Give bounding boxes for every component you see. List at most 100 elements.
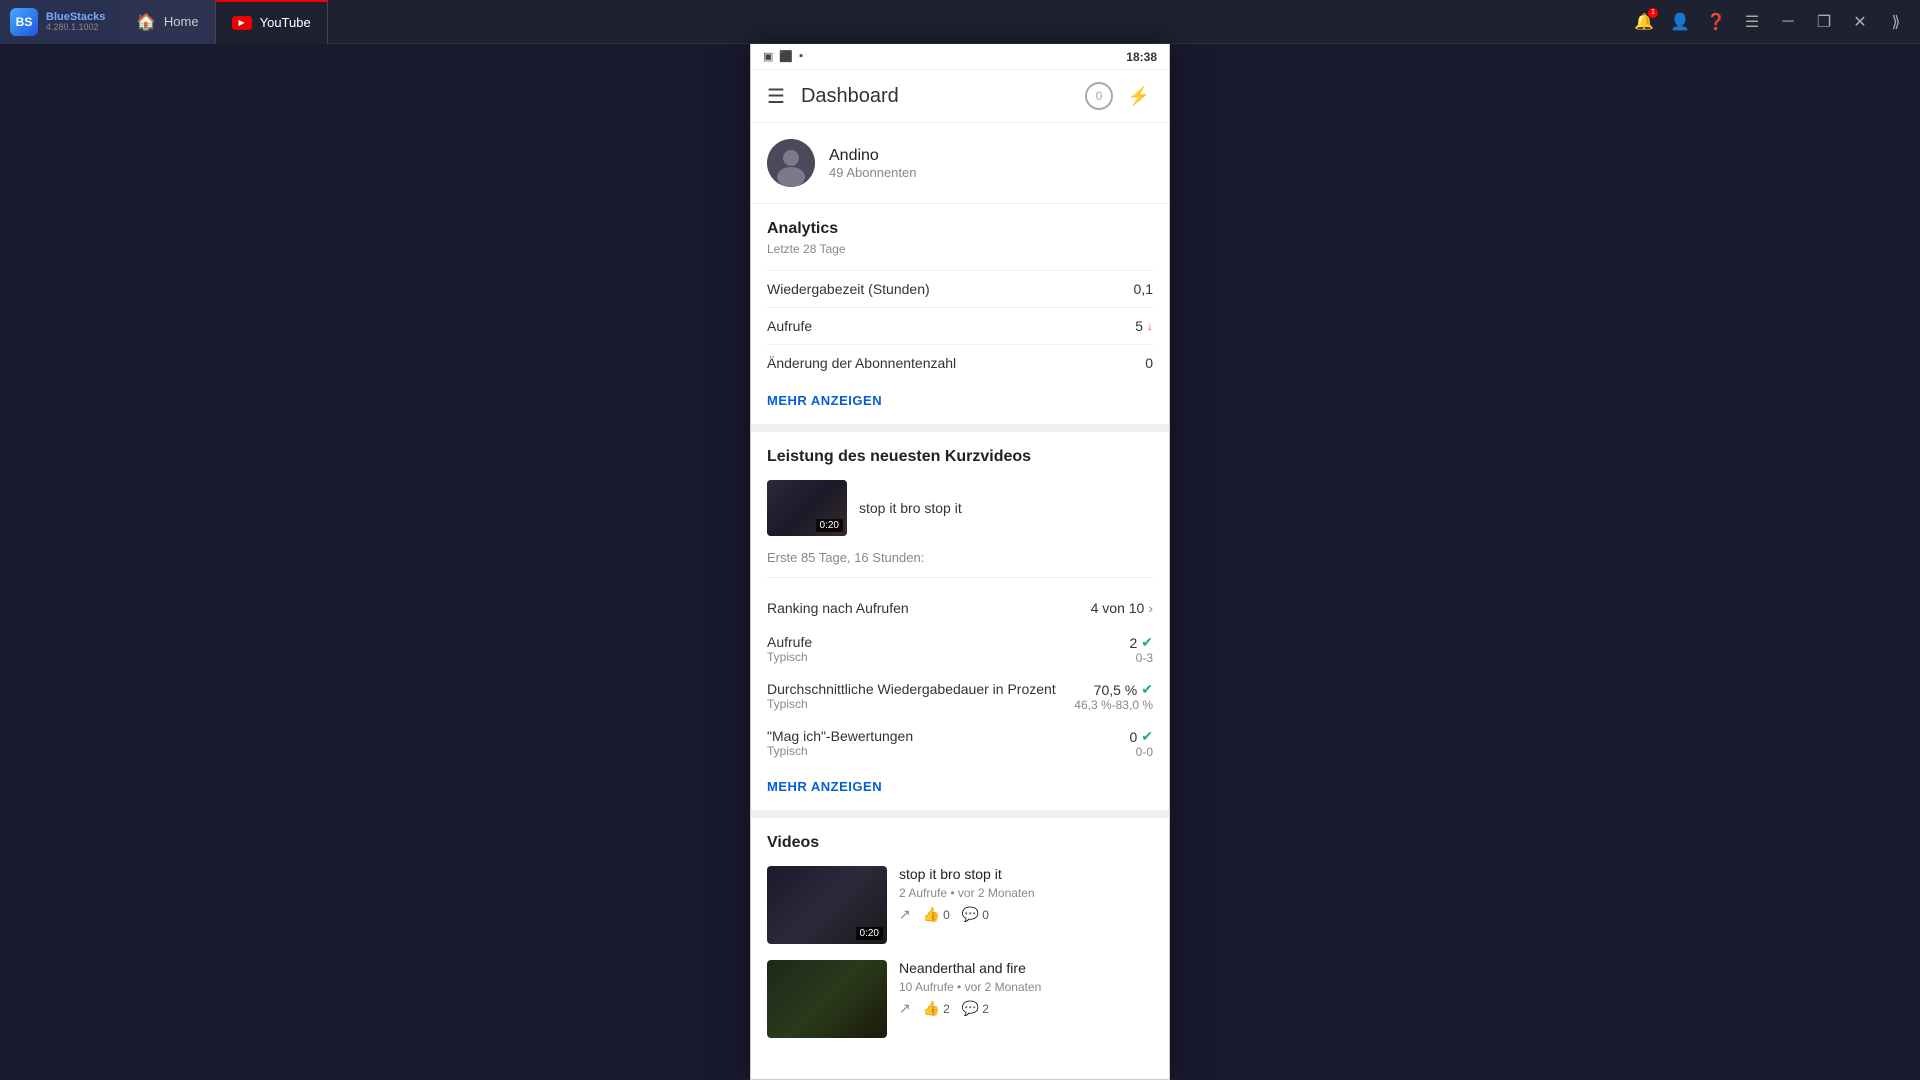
brand-version: 4.280.1.1002 (46, 23, 105, 33)
analytics-value-1: 0,1 (1134, 281, 1153, 297)
analytics-title: Analytics (767, 220, 1153, 238)
video-action-comment-2[interactable]: 💬 2 (962, 1000, 989, 1017)
comment-count-2: 2 (982, 1002, 989, 1016)
profile-section: Andino 49 Abonnenten (751, 123, 1169, 204)
video-actions-2: ↗ 👍 2 💬 2 (899, 1000, 1153, 1017)
analytics-label-2: Aufrufe (767, 318, 812, 334)
video-meta-2: 10 Aufrufe • vor 2 Monaten (899, 980, 1153, 994)
kv-stat-value-2: 70,5 % ✔ 46,3 %-83,0 % (1074, 681, 1153, 712)
brand-name: BlueStacks (46, 11, 105, 23)
bluestacks-icon: BS (10, 8, 38, 36)
notification-badge: 1 (1648, 8, 1658, 18)
kurzvideos-preview: 0:20 stop it bro stop it (767, 480, 1153, 536)
subscriber-count: 49 Abonnenten (829, 165, 916, 180)
title-bar: BS BlueStacks 4.280.1.1002 🏠 Home ▶ YouT… (0, 0, 1920, 44)
analytics-label-3: Änderung der Abonnentenzahl (767, 355, 956, 371)
status-icon-2: ⬛ (779, 50, 793, 63)
ranking-value: 4 von 10 › (1091, 600, 1153, 616)
ranking-row[interactable]: Ranking nach Aufrufen 4 von 10 › (767, 590, 1153, 626)
tab-home[interactable]: 🏠 Home (120, 0, 216, 44)
kv-stat-row-2: Durchschnittliche Wiedergabedauer in Pro… (767, 673, 1153, 720)
like-icon-2: 👍 (923, 1000, 940, 1017)
resize-button[interactable]: ❐ (1808, 6, 1840, 38)
status-icons-left: ▣ ⬛ ▪ (763, 50, 803, 63)
kurzvideos-section: Leistung des neuesten Kurzvideos 0:20 st… (751, 432, 1169, 818)
green-check-icon-3: ✔ (1141, 728, 1153, 745)
video-info-2: Neanderthal and fire 10 Aufrufe • vor 2 … (899, 960, 1153, 1017)
green-check-icon-2: ✔ (1141, 681, 1153, 698)
kurzvideos-period: Erste 85 Tage, 16 Stunden: (767, 550, 1153, 565)
kv-stat-label-2: Durchschnittliche Wiedergabedauer in Pro… (767, 681, 1056, 697)
kurzvideos-mehr-button[interactable]: MEHR ANZEIGEN (767, 779, 1153, 794)
expand-button[interactable]: ⟫ (1880, 6, 1912, 38)
analytics-mehr-button[interactable]: MEHR ANZEIGEN (767, 393, 1153, 408)
kv-stat-range-2: 46,3 %-83,0 % (1074, 698, 1153, 712)
down-arrow-icon: ↓ (1147, 319, 1153, 333)
comment-icon-1: 💬 (962, 906, 979, 923)
ranking-chevron-icon: › (1148, 600, 1153, 616)
analytics-row-2: Aufrufe 5 ↓ (767, 307, 1153, 344)
video-action-comment-1[interactable]: 💬 0 (962, 906, 989, 923)
status-time: 18:38 (1126, 50, 1157, 64)
video-action-share-2[interactable]: ↗ (899, 1000, 911, 1017)
hamburger-button[interactable]: ☰ (767, 84, 785, 109)
youtube-icon: ▶ (232, 16, 252, 30)
video-meta-1: 2 Aufrufe • vor 2 Monaten (899, 886, 1153, 900)
kv-stat-range-3: 0-0 (1129, 745, 1153, 759)
video-action-like-1[interactable]: 👍 0 (923, 906, 950, 923)
main-area: ▣ ⬛ ▪ 18:38 ☰ Dashboard 0 ⚡ (0, 44, 1920, 1080)
kurzvideos-thumb[interactable]: 0:20 (767, 480, 847, 536)
tab-youtube[interactable]: ▶ YouTube (216, 0, 328, 44)
kurzvideos-duration: 0:20 (816, 519, 843, 532)
share-icon-1: ↗ (899, 906, 911, 923)
analytics-row-3: Änderung der Abonnentenzahl 0 (767, 344, 1153, 381)
bluestacks-logo: BS BlueStacks 4.280.1.1002 (0, 0, 120, 44)
analytics-subtitle: Letzte 28 Tage (767, 242, 1153, 256)
video-action-share-1[interactable]: ↗ (899, 906, 911, 923)
kv-stat-value-3: 0 ✔ 0-0 (1129, 728, 1153, 759)
status-icon-3: ▪ (799, 50, 803, 63)
tab-youtube-label: YouTube (260, 15, 311, 30)
video-title-1: stop it bro stop it (899, 866, 1153, 882)
kurzvideos-video-title: stop it bro stop it (859, 500, 962, 516)
video-list-item-1[interactable]: 0:20 stop it bro stop it 2 Aufrufe • vor… (767, 866, 1153, 944)
account-button[interactable]: 👤 (1664, 6, 1696, 38)
titlebar-controls: 🔔 1 👤 ❓ ☰ ─ ❐ ✕ ⟫ (1628, 6, 1920, 38)
ranking-label: Ranking nach Aufrufen (767, 600, 909, 616)
comment-count-1: 0 (982, 908, 989, 922)
kv-stat-label-1: Aufrufe (767, 634, 812, 650)
close-button[interactable]: ✕ (1844, 6, 1876, 38)
kv-stat-label-3: "Mag ich"-Bewertungen (767, 728, 913, 744)
nav-circle-badge[interactable]: 0 (1085, 82, 1113, 110)
share-icon-2: ↗ (899, 1000, 911, 1017)
notification-button[interactable]: 🔔 1 (1628, 6, 1660, 38)
kv-stat-value-1: 2 ✔ 0-3 (1129, 634, 1153, 665)
videos-section-title: Videos (767, 834, 1153, 852)
kv-stat-sublabel-2: Typisch (767, 697, 1056, 711)
help-button[interactable]: ❓ (1700, 6, 1732, 38)
analytics-section: Analytics Letzte 28 Tage Wiedergabezeit … (751, 204, 1169, 432)
like-count-1: 0 (943, 908, 950, 922)
video-thumb-2 (767, 960, 887, 1038)
like-count-2: 2 (943, 1002, 950, 1016)
analytics-value-3: 0 (1145, 355, 1153, 371)
video-list-item-2[interactable]: Neanderthal and fire 10 Aufrufe • vor 2 … (767, 960, 1153, 1038)
profile-info: Andino 49 Abonnenten (829, 147, 916, 180)
phone-frame: ▣ ⬛ ▪ 18:38 ☰ Dashboard 0 ⚡ (750, 44, 1170, 1080)
video-actions-1: ↗ 👍 0 💬 0 (899, 906, 1153, 923)
analytics-value-2: 5 ↓ (1135, 318, 1153, 334)
channel-name: Andino (829, 147, 916, 165)
nav-lightning-icon[interactable]: ⚡ (1125, 82, 1153, 110)
kurzvideos-divider (767, 577, 1153, 578)
video-action-like-2[interactable]: 👍 2 (923, 1000, 950, 1017)
video-thumb-1: 0:20 (767, 866, 887, 944)
videos-section: Videos 0:20 stop it bro stop it 2 Aufruf… (751, 818, 1169, 1070)
top-nav: ☰ Dashboard 0 ⚡ (751, 70, 1169, 123)
analytics-row-1: Wiedergabezeit (Stunden) 0,1 (767, 270, 1153, 307)
kv-stat-row-1: Aufrufe Typisch 2 ✔ 0-3 (767, 626, 1153, 673)
menu-button[interactable]: ☰ (1736, 6, 1768, 38)
kv-stat-range-1: 0-3 (1129, 651, 1153, 665)
minimize-button[interactable]: ─ (1772, 6, 1804, 38)
avatar (767, 139, 815, 187)
app-content: ☰ Dashboard 0 ⚡ Andino 4 (751, 70, 1169, 1079)
